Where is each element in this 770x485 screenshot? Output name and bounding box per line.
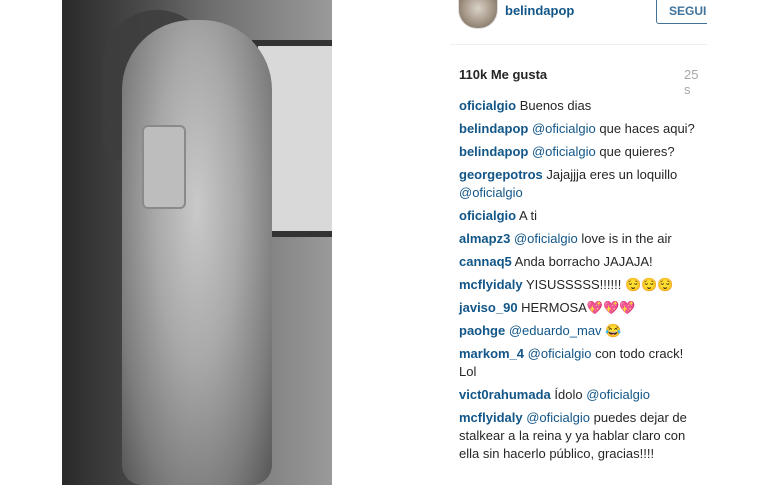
comment-user[interactable]: cannaq5 [459,254,512,269]
comment: oficialgio A ti [459,207,707,225]
comment-user[interactable]: paohge [459,323,505,338]
comment-mention[interactable]: @oficialgio [526,410,590,425]
comment-text: que haces aqui? [599,121,695,136]
comment-mention[interactable]: @oficialgio [586,387,650,402]
comment-mention[interactable]: @oficialgio [528,346,592,361]
comment-list: oficialgio Buenos dias belindapop @ofici… [459,97,707,468]
comment-text: Buenos dias [519,98,592,113]
follow-button[interactable]: SEGUIR [656,0,707,24]
comment: vict0rahumada Ídolo @oficialgio [459,386,707,404]
comment-mention[interactable]: @oficialgio [532,144,596,159]
comment: markom_4 @oficialgio con todo crack! Lol [459,345,704,381]
comment-text: YISUSSSSS!!!!!! 😌😌😌 [525,277,674,292]
comment-user[interactable]: georgepotros [459,167,543,182]
comment-mention[interactable]: @oficialgio [514,231,578,246]
comment: paohge @eduardo_mav 😂 [459,322,707,340]
post-side-panel: belindapop SEGUIR 110k Me gusta 25 s ofi… [450,0,707,485]
likes-count[interactable]: 110k Me gusta [459,67,547,82]
comment-user[interactable]: belindapop [459,144,528,159]
comment-text: que quieres? [599,144,675,159]
comment: mcflyidaly @oficialgio puedes dejar de s… [459,409,704,463]
comment-mention[interactable]: @oficialgio [532,121,596,136]
comment: mcflyidaly YISUSSSSS!!!!!! 😌😌😌 [459,276,707,294]
comment-text: Anda borracho JAJAJA! [514,254,653,269]
comment-user[interactable]: javiso_90 [459,300,518,315]
comment: oficialgio Buenos dias [459,97,707,115]
comment-user[interactable]: mcflyidaly [459,277,523,292]
comment-mention[interactable]: @eduardo_mav [509,323,602,338]
comment: georgepotros Jajajjja eres un loquillo @o… [459,166,704,202]
photo-phone-shape [142,125,186,209]
comment-user[interactable]: belindapop [459,121,528,136]
comment-user[interactable]: almapz3 [459,231,510,246]
comment-user[interactable]: mcflyidaly [459,410,523,425]
comment-text: A ti [518,208,538,223]
photo-figure-shape [122,20,272,485]
comment-text: 😂 [605,323,622,338]
post-time: 25 s [684,67,699,97]
comment: javiso_90 HERMOSA💖💖💖 [459,299,707,317]
comment: cannaq5 Anda borracho JAJAJA! [459,253,707,271]
avatar[interactable] [458,0,498,29]
comment: almapz3 @oficialgio love is in the air [459,230,707,248]
comment-text: HERMOSA💖💖💖 [521,300,636,315]
header-divider [450,44,707,45]
comment-text: Ídolo [554,387,583,402]
comment-user[interactable]: markom_4 [459,346,524,361]
post-photo[interactable] [62,0,332,485]
comment-text: Jajajjja eres un loquillo [546,167,678,182]
right-margin [707,0,770,485]
comment-user[interactable]: vict0rahumada [459,387,551,402]
comment: belindapop @oficialgio que quieres? [459,143,707,161]
post-username[interactable]: belindapop [505,3,574,18]
comment: belindapop @oficialgio que haces aqui? [459,120,707,138]
comment-mention[interactable]: @oficialgio [459,185,523,200]
comment-text: love is in the air [581,231,672,246]
comment-user[interactable]: oficialgio [459,98,516,113]
comment-user[interactable]: oficialgio [459,208,516,223]
